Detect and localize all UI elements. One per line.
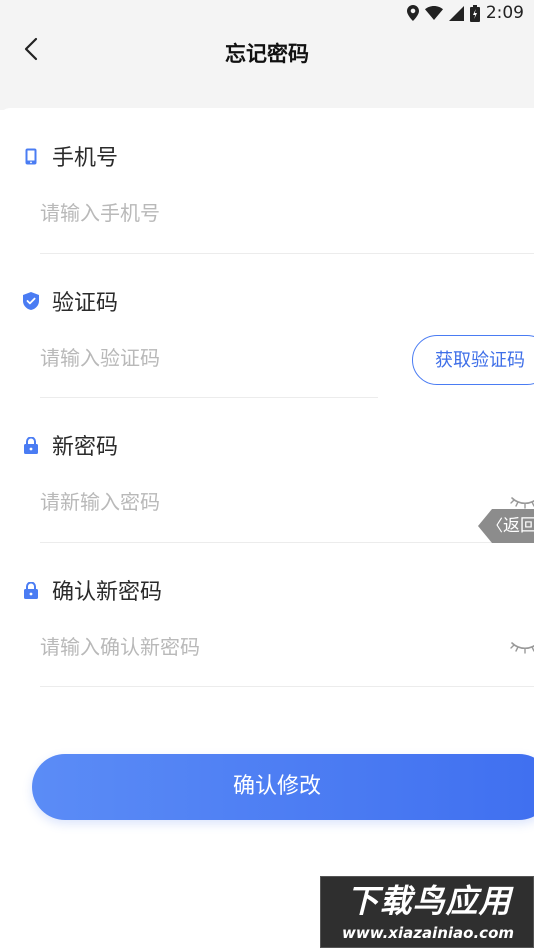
confirm-password-label: 确认新密码 [22, 574, 162, 606]
code-label-text: 验证码 [52, 291, 119, 316]
watermark-url: www.xiazainiao.com [341, 924, 515, 942]
form-card [0, 108, 534, 950]
code-label: 验证码 [22, 285, 118, 317]
eye-closed-icon[interactable] [510, 494, 534, 510]
confirm-password-divider [40, 686, 534, 687]
phone-icon [22, 147, 40, 165]
new-password-divider [40, 542, 534, 543]
confirm-password-label-text: 确认新密码 [52, 580, 163, 605]
phone-divider [40, 253, 534, 254]
status-icons: 2:09 [406, 3, 524, 23]
code-divider [40, 397, 378, 398]
wifi-icon [424, 6, 443, 20]
new-password-input[interactable] [40, 482, 480, 522]
confirm-password-input[interactable] [40, 627, 480, 667]
watermark-logo: 下载鸟应用 www.xiazainiao.com [320, 876, 534, 948]
watermark-title: 下载鸟应用 [346, 882, 512, 920]
phone-label-text: 手机号 [52, 146, 119, 171]
status-time: 2:09 [485, 3, 524, 23]
page-title: 忘记密码 [225, 42, 309, 66]
lock-icon [22, 581, 40, 599]
shield-check-icon [22, 292, 40, 310]
eye-closed-icon[interactable] [510, 639, 534, 655]
return-chevron-icon: 〈 [487, 516, 504, 535]
status-bar: 2:09 [0, 0, 534, 26]
code-input[interactable] [40, 338, 370, 378]
get-code-button[interactable]: 获取验证码 [412, 335, 534, 385]
phone-input[interactable] [40, 193, 510, 233]
return-label: 返回 [503, 516, 534, 536]
phone-label: 手机号 [22, 140, 118, 172]
location-icon [406, 5, 419, 21]
new-password-label-text: 新密码 [52, 435, 119, 460]
signal-icon [448, 5, 464, 21]
lock-icon [22, 436, 40, 454]
nav-bar: 忘记密码 [0, 26, 534, 76]
confirm-change-button[interactable]: 确认修改 [32, 754, 534, 820]
battery-icon [469, 4, 480, 22]
new-password-label: 新密码 [22, 429, 118, 461]
header-spacer [0, 76, 534, 110]
